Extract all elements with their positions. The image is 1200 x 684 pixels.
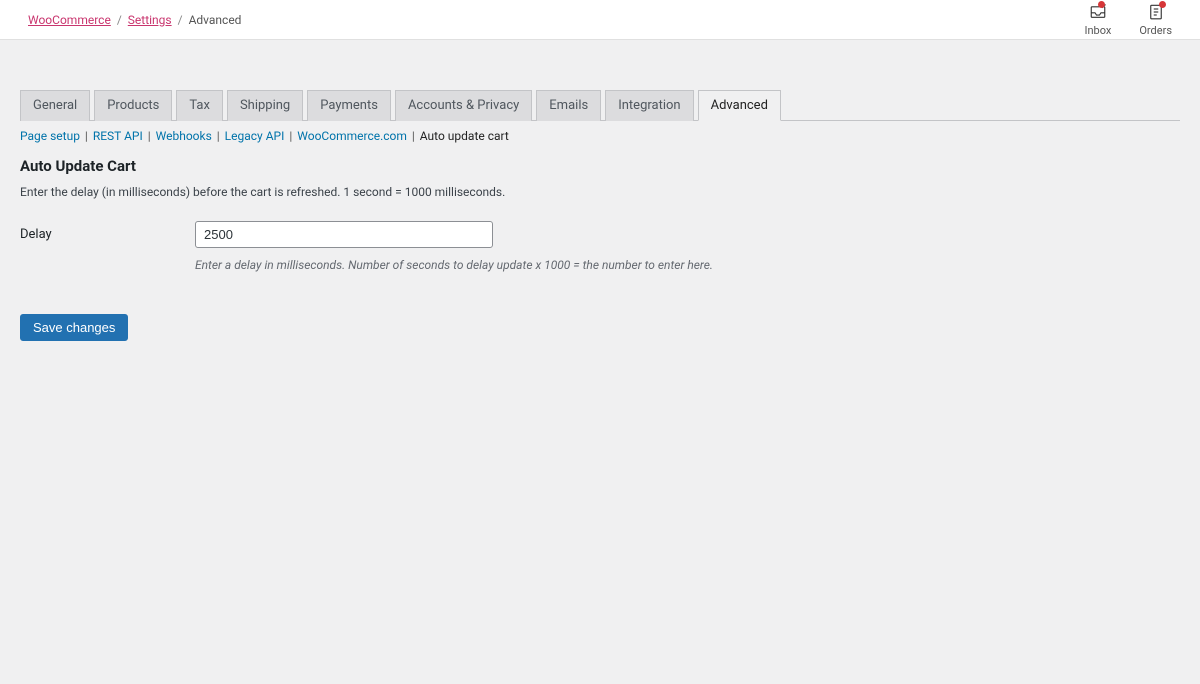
tab-accounts-privacy[interactable]: Accounts & Privacy — [395, 90, 532, 121]
tab-products[interactable]: Products — [94, 90, 172, 121]
tab-general[interactable]: General — [20, 90, 90, 121]
sub-nav: Page setup | REST API | Webhooks | Legac… — [20, 129, 1180, 143]
delay-row: Delay Enter a delay in milliseconds. Num… — [20, 221, 1180, 272]
section-heading: Auto Update Cart — [20, 157, 1180, 175]
breadcrumb: WooCommerce / Settings / Advanced — [28, 13, 241, 27]
breadcrumb-link-settings[interactable]: Settings — [128, 13, 172, 27]
tab-integration[interactable]: Integration — [605, 90, 693, 121]
tab-advanced[interactable]: Advanced — [698, 90, 781, 121]
subnav-separator: | — [82, 129, 91, 143]
nav-tabs: GeneralProductsTaxShippingPaymentsAccoun… — [20, 90, 1180, 121]
subnav-link-rest-api[interactable]: REST API — [93, 129, 143, 143]
delay-input[interactable] — [195, 221, 493, 248]
orders-label: Orders — [1139, 24, 1172, 37]
breadcrumb-separator: / — [178, 13, 183, 27]
breadcrumb-link-woocommerce[interactable]: WooCommerce — [28, 13, 111, 27]
subnav-link-webhooks[interactable]: Webhooks — [156, 129, 212, 143]
subnav-link-woocommerce-com[interactable]: WooCommerce.com — [297, 129, 407, 143]
breadcrumb-separator: / — [117, 13, 122, 27]
tab-tax[interactable]: Tax — [176, 90, 223, 121]
delay-label: Delay — [20, 221, 195, 242]
inbox-button[interactable]: Inbox — [1084, 3, 1111, 37]
orders-button[interactable]: Orders — [1139, 3, 1172, 37]
subnav-separator: | — [286, 129, 295, 143]
subnav-separator: | — [214, 129, 223, 143]
section-description: Enter the delay (in milliseconds) before… — [20, 185, 1180, 199]
inbox-label: Inbox — [1084, 24, 1111, 37]
subnav-current: Auto update cart — [420, 129, 509, 143]
tab-shipping[interactable]: Shipping — [227, 90, 303, 121]
top-right-icons: Inbox Orders — [1084, 3, 1172, 37]
breadcrumb-current: Advanced — [189, 13, 242, 27]
save-button[interactable]: Save changes — [20, 314, 128, 341]
notification-dot — [1159, 1, 1166, 8]
delay-help-text: Enter a delay in milliseconds. Number of… — [195, 258, 713, 272]
tab-payments[interactable]: Payments — [307, 90, 391, 121]
notification-dot — [1098, 1, 1105, 8]
subnav-separator: | — [409, 129, 418, 143]
subnav-link-legacy-api[interactable]: Legacy API — [225, 129, 285, 143]
subnav-separator: | — [145, 129, 154, 143]
subnav-link-page-setup[interactable]: Page setup — [20, 129, 80, 143]
delay-field-wrap: Enter a delay in milliseconds. Number of… — [195, 221, 713, 272]
tab-emails[interactable]: Emails — [536, 90, 601, 121]
main-content: GeneralProductsTaxShippingPaymentsAccoun… — [0, 40, 1200, 361]
top-bar: WooCommerce / Settings / Advanced Inbox … — [0, 0, 1200, 40]
